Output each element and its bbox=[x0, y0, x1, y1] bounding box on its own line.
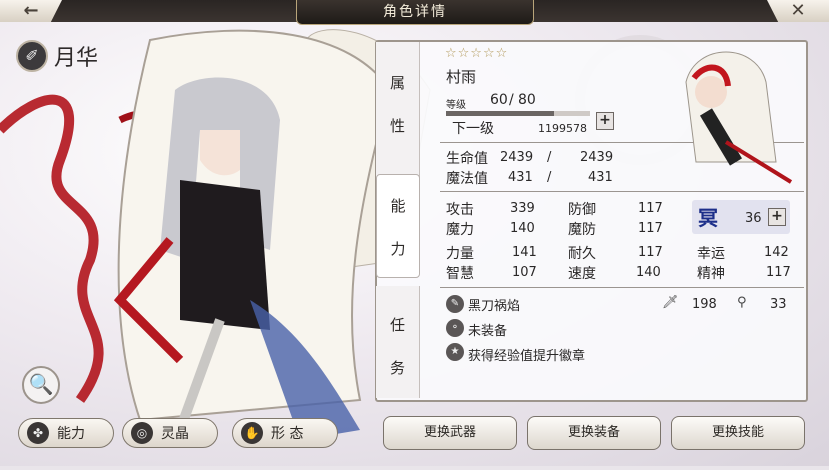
chibi-portrait bbox=[666, 42, 796, 192]
defense-label: 防御 bbox=[568, 202, 596, 218]
star-rating: ☆☆☆☆☆ bbox=[445, 46, 509, 61]
level-label: 等级 bbox=[446, 100, 466, 111]
tab-ability-label: 能力 bbox=[57, 426, 85, 442]
skill-name: 黑刀祸焰 bbox=[468, 299, 521, 314]
tab-ability[interactable]: ✤ 能力 bbox=[18, 418, 114, 448]
hp-label: 生命值 bbox=[446, 151, 488, 167]
tab-crystal[interactable]: ◎ 灵晶 bbox=[122, 418, 218, 448]
endurance-label: 耐久 bbox=[568, 246, 596, 262]
character-name: 月华 bbox=[54, 46, 99, 71]
rank-up-button[interactable]: + bbox=[768, 208, 786, 226]
mp-label: 魔法值 bbox=[446, 171, 488, 187]
side-tab-quest[interactable]: 任 务 bbox=[376, 286, 420, 398]
side-tab-attributes-label-1: 属 bbox=[389, 74, 405, 92]
magic-defense-value: 117 bbox=[638, 221, 663, 236]
level-progress-track bbox=[446, 111, 590, 116]
side-tab-ability-label-1: 能 bbox=[390, 197, 406, 215]
change-skill-button[interactable]: 更换技能 bbox=[671, 416, 805, 450]
hp-value: 2439 bbox=[500, 150, 534, 165]
luck-value: 142 bbox=[764, 245, 789, 260]
side-tab-attributes-label-2: 性 bbox=[389, 117, 405, 135]
tab-crystal-label: 灵晶 bbox=[161, 426, 189, 442]
change-weapon-button[interactable]: 更换武器 bbox=[383, 416, 517, 450]
attack-label: 攻击 bbox=[446, 202, 474, 218]
spirit-label: 精神 bbox=[697, 266, 725, 282]
skill-value-2: 33 bbox=[770, 297, 787, 312]
skill-icon: ✎ bbox=[446, 295, 464, 313]
back-arrow-icon: ← bbox=[23, 0, 39, 21]
equipment-status: 未装备 bbox=[468, 324, 508, 339]
hp-separator: / bbox=[547, 150, 552, 165]
sword-icon: 🗡 bbox=[662, 295, 679, 310]
side-tab-quest-label-2: 务 bbox=[389, 359, 405, 377]
rank-glyph: 冥 bbox=[698, 206, 718, 230]
badge-label: 获得经验值提升徽章 bbox=[468, 349, 586, 364]
mp-max: 431 bbox=[588, 170, 613, 185]
page-title: 角色详情 bbox=[296, 0, 534, 25]
level-up-button[interactable]: + bbox=[596, 112, 614, 130]
speed-label: 速度 bbox=[568, 266, 596, 282]
level-current: 60 bbox=[490, 92, 508, 108]
badge-icon: ★ bbox=[446, 343, 464, 361]
power-label: 力量 bbox=[446, 246, 474, 262]
staff-icon: ⚲ bbox=[737, 295, 747, 310]
tab-form[interactable]: ✋ 形 态 bbox=[232, 418, 338, 448]
divider bbox=[440, 287, 804, 288]
equipment-icon: ⚬ bbox=[446, 319, 464, 337]
attack-value: 339 bbox=[510, 201, 535, 216]
magic-value: 140 bbox=[510, 221, 535, 236]
crystal-icon: ◎ bbox=[131, 422, 153, 444]
close-icon: ✕ bbox=[790, 0, 806, 21]
side-tab-attributes[interactable]: 属 性 bbox=[376, 42, 420, 186]
rank-points: 36 bbox=[745, 211, 762, 226]
mp-value: 431 bbox=[508, 170, 533, 185]
power-value: 141 bbox=[512, 245, 537, 260]
next-level-label: 下一级 bbox=[452, 121, 494, 137]
wisdom-label: 智慧 bbox=[446, 266, 474, 282]
level-progress-fill bbox=[446, 111, 554, 116]
skill-value-1: 198 bbox=[692, 297, 717, 312]
next-level-exp: 1199578 bbox=[538, 122, 587, 135]
character-name-plate: ✐ 月华 bbox=[16, 40, 98, 72]
speed-value: 140 bbox=[636, 265, 661, 280]
element-icon: ✐ bbox=[16, 40, 48, 72]
ability-icon: ✤ bbox=[27, 422, 49, 444]
wisdom-value: 107 bbox=[512, 265, 537, 280]
level-separator: / bbox=[509, 92, 514, 108]
mp-separator: / bbox=[547, 170, 552, 185]
level-max: 80 bbox=[518, 92, 536, 108]
spirit-value: 117 bbox=[766, 265, 791, 280]
magnifier-icon: 🔍 bbox=[28, 372, 54, 396]
side-tab-ability[interactable]: 能 力 bbox=[376, 174, 420, 278]
tab-form-label: 形 态 bbox=[271, 426, 304, 442]
defense-value: 117 bbox=[638, 201, 663, 216]
side-tab-quest-label-1: 任 bbox=[389, 316, 405, 334]
change-equipment-button[interactable]: 更换装备 bbox=[527, 416, 661, 450]
form-icon: ✋ bbox=[241, 422, 263, 444]
luck-label: 幸运 bbox=[697, 246, 725, 262]
zoom-button[interactable]: 🔍 bbox=[22, 366, 60, 404]
magic-defense-label: 魔防 bbox=[568, 222, 596, 238]
magic-label: 魔力 bbox=[446, 222, 474, 238]
endurance-value: 117 bbox=[638, 245, 663, 260]
side-tab-ability-label-2: 力 bbox=[390, 240, 406, 258]
weapon-name: 村雨 bbox=[446, 68, 477, 86]
hp-max: 2439 bbox=[580, 150, 614, 165]
